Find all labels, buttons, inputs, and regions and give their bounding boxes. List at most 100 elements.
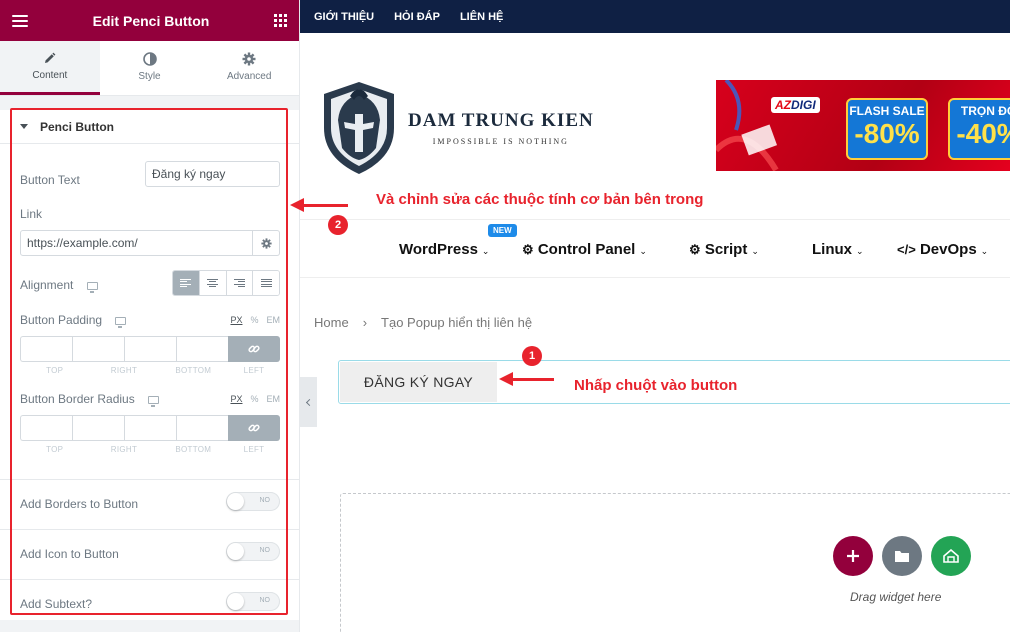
link-options-button[interactable] xyxy=(253,230,280,256)
unit-em[interactable]: EM xyxy=(267,315,281,325)
desktop-icon[interactable] xyxy=(148,395,160,407)
nav-item-devops[interactable]: </> DevOps ⌄ xyxy=(897,241,988,258)
brand-b: DIGI xyxy=(791,98,816,112)
link-icon xyxy=(248,345,260,353)
padding-units: PX % EM xyxy=(230,315,280,325)
site-topbar: GIỚI THIỆU HỎI ĐÁP LIÊN HỆ xyxy=(300,0,1010,33)
button-text-input[interactable]: Đăng ký ngay xyxy=(145,161,280,187)
radius-units: PX % EM xyxy=(230,394,280,404)
caret-down-icon xyxy=(20,124,28,129)
padding-left-input[interactable] xyxy=(176,336,228,362)
radius-left-input[interactable] xyxy=(176,415,228,441)
align-right-button[interactable] xyxy=(225,271,253,295)
icon-toggle-control: Add Icon to Button NO xyxy=(20,542,280,561)
chevron-down-icon: ⌄ xyxy=(980,246,989,256)
topbar-link-about[interactable]: GIỚI THIỆU xyxy=(314,11,374,23)
desktop-icon[interactable] xyxy=(115,316,127,328)
breadcrumb-current: Tạo Popup hiển thị liên hệ xyxy=(381,315,533,330)
nav-label: DevOps xyxy=(919,241,977,258)
divider xyxy=(0,479,299,480)
alignment-buttons xyxy=(172,270,280,296)
subtext-toggle-label: Add Subtext? xyxy=(20,597,93,611)
link-input[interactable]: https://example.com/ xyxy=(20,230,253,256)
nav-label: WordPress xyxy=(399,241,478,258)
radius-top-input[interactable] xyxy=(20,415,72,441)
hamburger-menu-icon[interactable] xyxy=(12,14,28,27)
subtext-toggle[interactable]: NO xyxy=(226,592,280,611)
padding-label: Button Padding xyxy=(20,313,103,327)
widgets-grid-icon[interactable] xyxy=(273,14,287,27)
radius-bottom-input[interactable] xyxy=(124,415,176,441)
brand-a: AZ xyxy=(775,98,791,112)
dim-right-label: RIGHT xyxy=(110,445,138,454)
chevron-left-icon xyxy=(305,398,314,406)
contrast-icon xyxy=(142,51,157,66)
padding-top-input[interactable] xyxy=(20,336,72,362)
borders-toggle[interactable]: NO xyxy=(226,492,280,511)
radius-control: Button Border Radius PX % EM TOP RIGHT B… xyxy=(20,392,280,454)
topbar-link-contact[interactable]: LIÊN HỆ xyxy=(460,11,503,23)
unit-px[interactable]: PX xyxy=(230,315,242,325)
unit-em[interactable]: EM xyxy=(267,394,281,404)
drag-widget-hint: Drag widget here xyxy=(850,590,942,604)
tab-advanced[interactable]: Advanced xyxy=(199,41,299,95)
desktop-icon[interactable] xyxy=(86,281,98,293)
divider xyxy=(300,219,1010,220)
site-logo[interactable]: DAM TRUNG KIEN IMPOSSIBLE IS NOTHING xyxy=(320,80,594,176)
collapse-panel-button[interactable] xyxy=(300,377,317,427)
chevron-down-icon: ⌄ xyxy=(856,246,864,256)
align-left-button[interactable] xyxy=(173,271,199,295)
breadcrumb-separator: › xyxy=(362,315,368,330)
section-header[interactable]: Penci Button xyxy=(0,110,299,144)
icon-toggle[interactable]: NO xyxy=(226,542,280,561)
dim-bottom-label: BOTTOM xyxy=(175,366,212,375)
divider xyxy=(0,529,299,530)
sale1-title: FLASH SALE xyxy=(849,104,925,118)
main-nav: WordPress ⌄ NEW ⚙ Control Panel ⌄ ⚙ Script… xyxy=(300,224,1010,268)
dim-right-label: RIGHT xyxy=(110,366,138,375)
nav-item-linux[interactable]: Linux ⌄ xyxy=(812,241,864,258)
padding-link-button[interactable] xyxy=(228,336,280,362)
promo-banner[interactable]: AZDIGI FLASH SALE -80% TRỌN ĐỜ -40% xyxy=(716,80,1010,171)
template-kit-button[interactable] xyxy=(931,536,971,576)
unit-percent[interactable]: % xyxy=(250,315,258,325)
editor-panel: Edit Penci Button Content Style Advanced xyxy=(0,0,300,632)
tab-style[interactable]: Style xyxy=(100,41,200,95)
step-2-badge: 2 xyxy=(328,215,348,235)
align-justify-button[interactable] xyxy=(252,271,279,295)
align-center-button[interactable] xyxy=(198,271,226,295)
nav-item-wordpress[interactable]: WordPress ⌄ xyxy=(399,241,489,258)
padding-right-input[interactable] xyxy=(72,336,124,362)
unit-px[interactable]: PX xyxy=(230,394,242,404)
link-control: Link https://example.com/ xyxy=(20,207,280,256)
gear-icon xyxy=(260,237,272,249)
panel-body: Penci Button Button Text Đăng ký ngay Li… xyxy=(0,96,299,632)
section-title: Penci Button xyxy=(40,119,114,134)
breadcrumb-home[interactable]: Home xyxy=(314,315,349,330)
unit-percent[interactable]: % xyxy=(250,394,258,404)
register-button[interactable]: ĐĂNG KÝ NGAY xyxy=(340,362,497,402)
padding-bottom-input[interactable] xyxy=(124,336,176,362)
brand-tagline: IMPOSSIBLE IS NOTHING xyxy=(432,137,569,146)
step-1-text: Nhấp chuột vào button xyxy=(574,377,738,394)
topbar-link-faq[interactable]: HỎI ĐÁP xyxy=(394,11,440,23)
gears-icon: ⚙ xyxy=(522,242,534,257)
align-right-icon xyxy=(233,278,245,288)
panel-tabs: Content Style Advanced xyxy=(0,41,299,96)
dim-left-label: LEFT xyxy=(243,445,265,454)
nav-item-control-panel[interactable]: ⚙ Control Panel ⌄ xyxy=(522,241,647,258)
arrow-left-icon xyxy=(290,198,348,212)
chevron-down-icon: ⌄ xyxy=(639,246,647,256)
icon-toggle-label: Add Icon to Button xyxy=(20,547,119,561)
folder-icon xyxy=(895,551,909,562)
sale2-title: TRỌN ĐỜ xyxy=(960,104,1010,118)
radius-link-button[interactable] xyxy=(228,415,280,441)
radius-right-input[interactable] xyxy=(72,415,124,441)
nav-label: Linux xyxy=(812,241,852,258)
add-section-button[interactable] xyxy=(833,536,873,576)
divider xyxy=(300,277,1010,278)
tab-content[interactable]: Content xyxy=(0,41,100,95)
nav-item-script[interactable]: ⚙ Script ⌄ xyxy=(689,241,759,258)
step-2-text: Và chỉnh sửa các thuộc tính cơ bản bên t… xyxy=(376,191,704,208)
add-template-button[interactable] xyxy=(882,536,922,576)
